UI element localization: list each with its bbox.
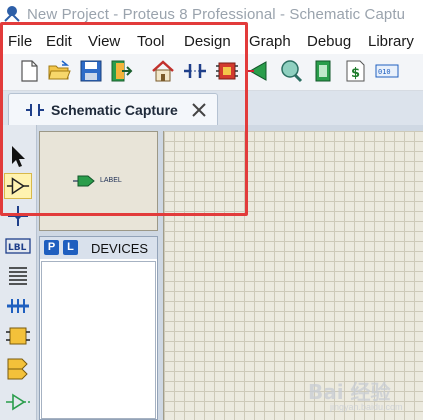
gerber-viewer-icon[interactable]: [278, 58, 304, 84]
3d-visualizer-icon[interactable]: [246, 58, 272, 84]
preview-object-label: LABEL: [100, 177, 122, 184]
menu-tool[interactable]: Tool: [137, 33, 165, 50]
menu-design[interactable]: Design: [184, 33, 231, 50]
watermark-text: Bai 经验: [308, 380, 391, 404]
close-project-icon[interactable]: [108, 58, 134, 84]
svg-text:LBL: LBL: [8, 243, 27, 253]
devices-panel-header: P L DEVICES: [40, 237, 157, 259]
svg-text:010: 010: [378, 68, 391, 76]
label-object-glyph: [73, 175, 95, 187]
junction-dot-icon[interactable]: [4, 203, 32, 229]
devices-list[interactable]: [41, 261, 156, 419]
schematic-capture-icon[interactable]: [182, 58, 208, 84]
library-manager-button[interactable]: L: [63, 240, 78, 255]
svg-text:$: $: [351, 66, 360, 81]
home-page-icon[interactable]: [150, 58, 176, 84]
document-tab-row: Schematic Capture: [0, 91, 423, 126]
schematic-capture-icon: [26, 104, 44, 116]
menu-library[interactable]: Library: [368, 33, 414, 50]
menu-graph[interactable]: Graph: [249, 33, 291, 50]
selection-mode-icon[interactable]: [4, 143, 32, 169]
pcb-layout-icon[interactable]: [214, 58, 240, 84]
tab-schematic-capture[interactable]: Schematic Capture: [8, 93, 218, 126]
buses-mode-icon[interactable]: [4, 293, 32, 319]
bill-of-materials-icon[interactable]: $: [342, 58, 368, 84]
menu-view[interactable]: View: [88, 33, 120, 50]
save-disk-icon[interactable]: [78, 58, 104, 84]
menu-bar: File Edit View Tool Design Graph Debug L…: [0, 30, 423, 54]
text-script-icon[interactable]: [4, 263, 32, 289]
design-explorer-icon[interactable]: [310, 58, 336, 84]
wire-label-icon[interactable]: LBL: [4, 233, 32, 259]
title-bar: New Project - Proteus 8 Professional - S…: [0, 0, 423, 30]
mode-toolbar: LBL: [0, 125, 37, 420]
window-title: New Project - Proteus 8 Professional - S…: [27, 6, 406, 23]
source-code-icon[interactable]: 010: [374, 58, 400, 84]
devices-panel-title: DEVICES: [91, 241, 149, 256]
component-mode-icon[interactable]: [4, 173, 32, 199]
device-pin-icon[interactable]: [4, 389, 32, 415]
open-folder-icon[interactable]: [46, 58, 72, 84]
proteus-logo-icon: [4, 6, 20, 22]
menu-edit[interactable]: Edit: [46, 33, 72, 50]
overview-preview-panel[interactable]: LABEL: [39, 131, 158, 231]
main-toolbar: $ 010: [0, 54, 423, 91]
new-document-icon[interactable]: [16, 58, 42, 84]
menu-debug[interactable]: Debug: [307, 33, 351, 50]
terminals-icon[interactable]: [4, 355, 32, 381]
watermark-url: jingyan.baidu.com: [330, 402, 403, 412]
watermark: Bai 经验 jingyan.baidu.com: [308, 372, 418, 412]
devices-panel: P L DEVICES: [39, 236, 158, 420]
pick-devices-button[interactable]: P: [44, 240, 59, 255]
close-icon[interactable]: [189, 100, 209, 120]
menu-file[interactable]: File: [8, 33, 32, 50]
tab-label: Schematic Capture: [51, 102, 178, 118]
subcircuit-icon[interactable]: [4, 323, 32, 349]
